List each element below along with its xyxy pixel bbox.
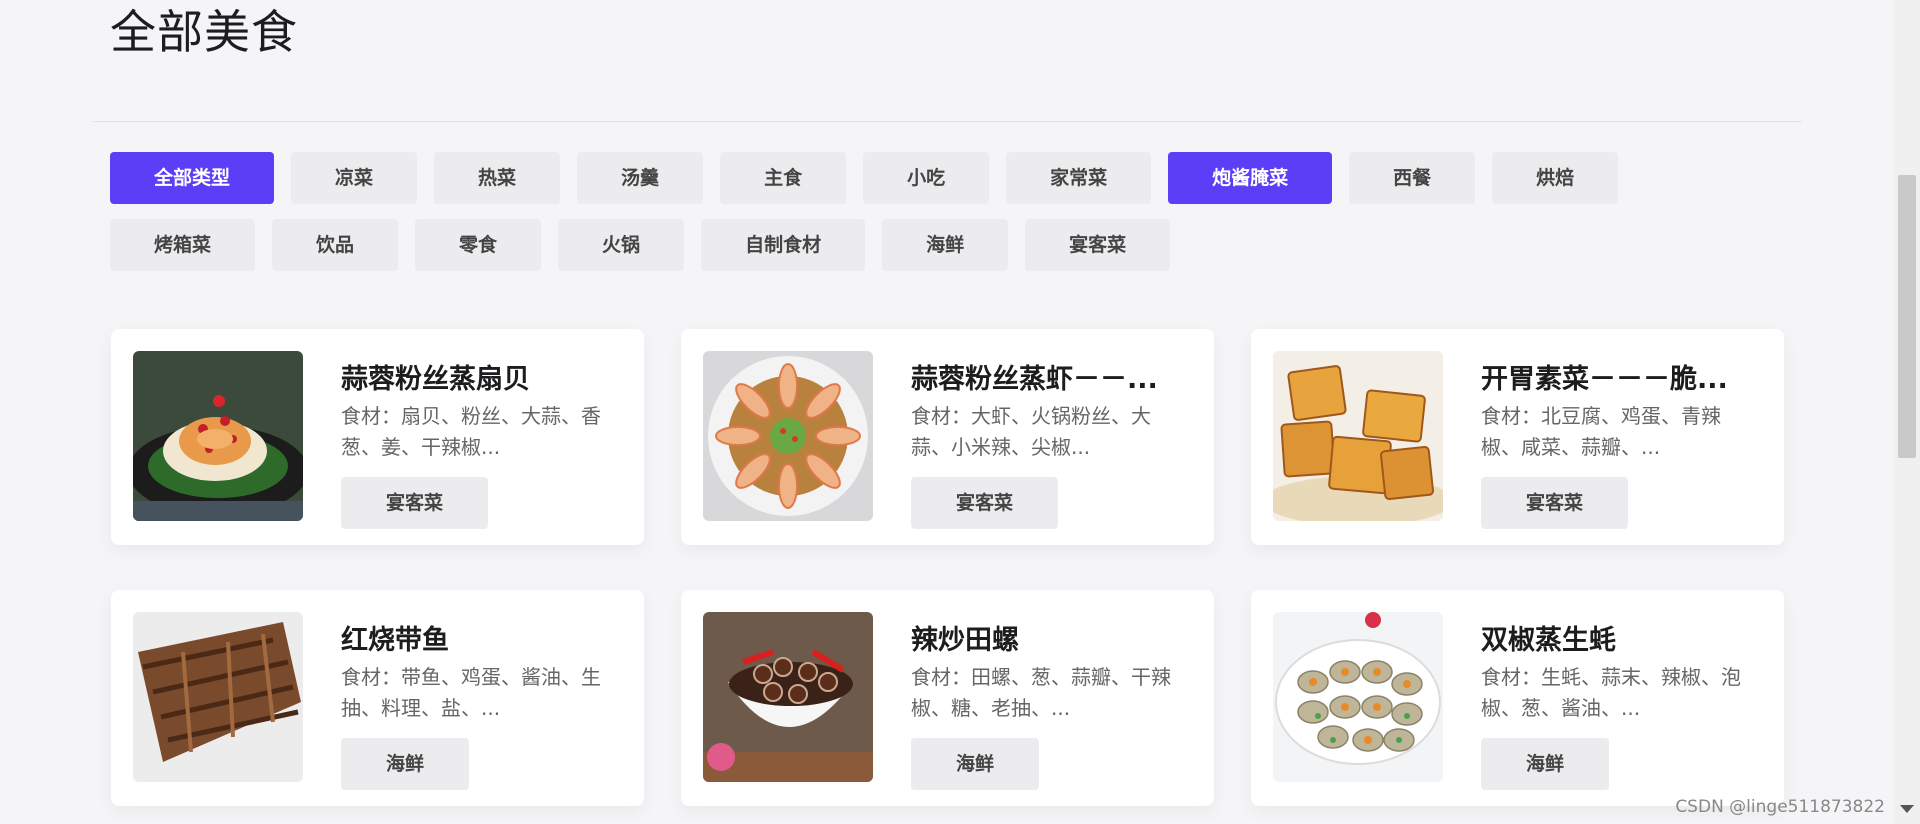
- fish-dish-image[interactable]: [133, 612, 303, 782]
- shrimp-dish-image[interactable]: [703, 351, 873, 521]
- recipe-category-tag[interactable]: 海鲜: [911, 738, 1040, 790]
- filter-chip-baking[interactable]: 烘焙: [1492, 152, 1619, 204]
- recipe-title[interactable]: 双椒蒸生蚝: [1481, 618, 1766, 657]
- watermark: CSDN @linge511873822: [1675, 797, 1885, 817]
- snail-dish-image[interactable]: [703, 612, 873, 782]
- filter-chip-snacks[interactable]: 零食: [415, 219, 542, 271]
- recipe-category-tag[interactable]: 海鲜: [341, 738, 470, 790]
- recipe-title[interactable]: 开胃素菜－－－脆...: [1481, 357, 1766, 396]
- recipe-category-tag[interactable]: 海鲜: [1481, 738, 1610, 790]
- filter-row-1: 全部类型 凉菜 热菜 汤羹 主食 小吃 家常菜 炮酱腌菜 西餐 烘焙: [110, 152, 1700, 204]
- recipe-title[interactable]: 蒜蓉粉丝蒸虾－－...: [911, 357, 1196, 396]
- recipe-ingredients: 食材：扇贝、粉丝、大蒜、香葱、姜、干辣椒...: [341, 404, 601, 459]
- filter-chip-banquet[interactable]: 宴客菜: [1025, 219, 1171, 271]
- page: 全部美食 全部类型 凉菜 热菜 汤羹 主食 小吃 家常菜 炮酱腌菜 西餐 烘焙 …: [0, 0, 1920, 824]
- recipe-card[interactable]: 蒜蓉粉丝蒸虾－－... 食材：大虾、火锅粉丝、大蒜、小米辣、尖椒... 宴客菜: [681, 329, 1214, 545]
- recipe-category-tag[interactable]: 宴客菜: [1481, 477, 1629, 529]
- tofu-dish-image[interactable]: [1273, 351, 1443, 521]
- filter-chip-staple[interactable]: 主食: [720, 152, 847, 204]
- recipe-title[interactable]: 蒜蓉粉丝蒸扇贝: [341, 357, 626, 396]
- scrollbar-thumb[interactable]: [1898, 175, 1916, 458]
- filter-chip-homemade-ingredients[interactable]: 自制食材: [701, 219, 866, 271]
- recipe-card[interactable]: 双椒蒸生蚝 食材：生蚝、蒜末、辣椒、泡椒、葱、酱油、... 海鲜: [1251, 590, 1784, 806]
- recipe-card[interactable]: 开胃素菜－－－脆... 食材：北豆腐、鸡蛋、青辣椒、咸菜、蒜瓣、... 宴客菜: [1251, 329, 1784, 545]
- filter-chip-pickled[interactable]: 炮酱腌菜: [1168, 152, 1333, 204]
- recipe-ingredients: 食材：大虾、火锅粉丝、大蒜、小米辣、尖椒...: [911, 404, 1151, 459]
- filter-chip-drinks[interactable]: 饮品: [272, 219, 399, 271]
- recipe-ingredients: 食材：田螺、葱、蒜瓣、干辣椒、糖、老抽、...: [911, 665, 1171, 720]
- recipe-card[interactable]: 蒜蓉粉丝蒸扇贝 食材：扇贝、粉丝、大蒜、香葱、姜、干辣椒... 宴客菜: [111, 329, 644, 545]
- scroll-down-arrow-icon[interactable]: [1900, 805, 1914, 813]
- recipe-grid: 蒜蓉粉丝蒸扇贝 食材：扇贝、粉丝、大蒜、香葱、姜、干辣椒... 宴客菜 蒜蓉粉丝…: [111, 329, 1784, 806]
- oyster-dish-image[interactable]: [1273, 612, 1443, 782]
- filter-row-2: 烤箱菜 饮品 零食 火锅 自制食材 海鲜 宴客菜: [110, 219, 1700, 271]
- recipe-ingredients: 食材：北豆腐、鸡蛋、青辣椒、咸菜、蒜瓣、...: [1481, 404, 1721, 459]
- filter-chip-seafood[interactable]: 海鲜: [882, 219, 1009, 271]
- filter-chip-home-style[interactable]: 家常菜: [1006, 152, 1152, 204]
- filter-chip-hotpot[interactable]: 火锅: [558, 219, 685, 271]
- filter-chip-western[interactable]: 西餐: [1349, 152, 1476, 204]
- filter-chip-all[interactable]: 全部类型: [110, 152, 275, 204]
- recipe-card[interactable]: 辣炒田螺 食材：田螺、葱、蒜瓣、干辣椒、糖、老抽、... 海鲜: [681, 590, 1214, 806]
- filter-chip-soup[interactable]: 汤羹: [577, 152, 704, 204]
- recipe-card[interactable]: 红烧带鱼 食材：带鱼、鸡蛋、酱油、生抽、料理、盐、... 海鲜: [111, 590, 644, 806]
- filter-chip-snack[interactable]: 小吃: [863, 152, 990, 204]
- filter-chip-oven[interactable]: 烤箱菜: [110, 219, 256, 271]
- recipe-ingredients: 食材：带鱼、鸡蛋、酱油、生抽、料理、盐、...: [341, 665, 601, 720]
- category-filters: 全部类型 凉菜 热菜 汤羹 主食 小吃 家常菜 炮酱腌菜 西餐 烘焙 烤箱菜 饮…: [110, 152, 1700, 286]
- recipe-category-tag[interactable]: 宴客菜: [911, 477, 1059, 529]
- recipe-category-tag[interactable]: 宴客菜: [341, 477, 489, 529]
- scallop-dish-image[interactable]: [133, 351, 303, 521]
- recipe-ingredients: 食材：生蚝、蒜末、辣椒、泡椒、葱、酱油、...: [1481, 665, 1741, 720]
- recipe-title[interactable]: 辣炒田螺: [911, 618, 1196, 657]
- page-title: 全部美食: [110, 5, 298, 59]
- divider: [92, 121, 1802, 122]
- filter-chip-hot-dish[interactable]: 热菜: [434, 152, 561, 204]
- filter-chip-cold-dish[interactable]: 凉菜: [291, 152, 418, 204]
- recipe-title[interactable]: 红烧带鱼: [341, 618, 626, 657]
- vertical-scrollbar[interactable]: [1894, 0, 1920, 824]
